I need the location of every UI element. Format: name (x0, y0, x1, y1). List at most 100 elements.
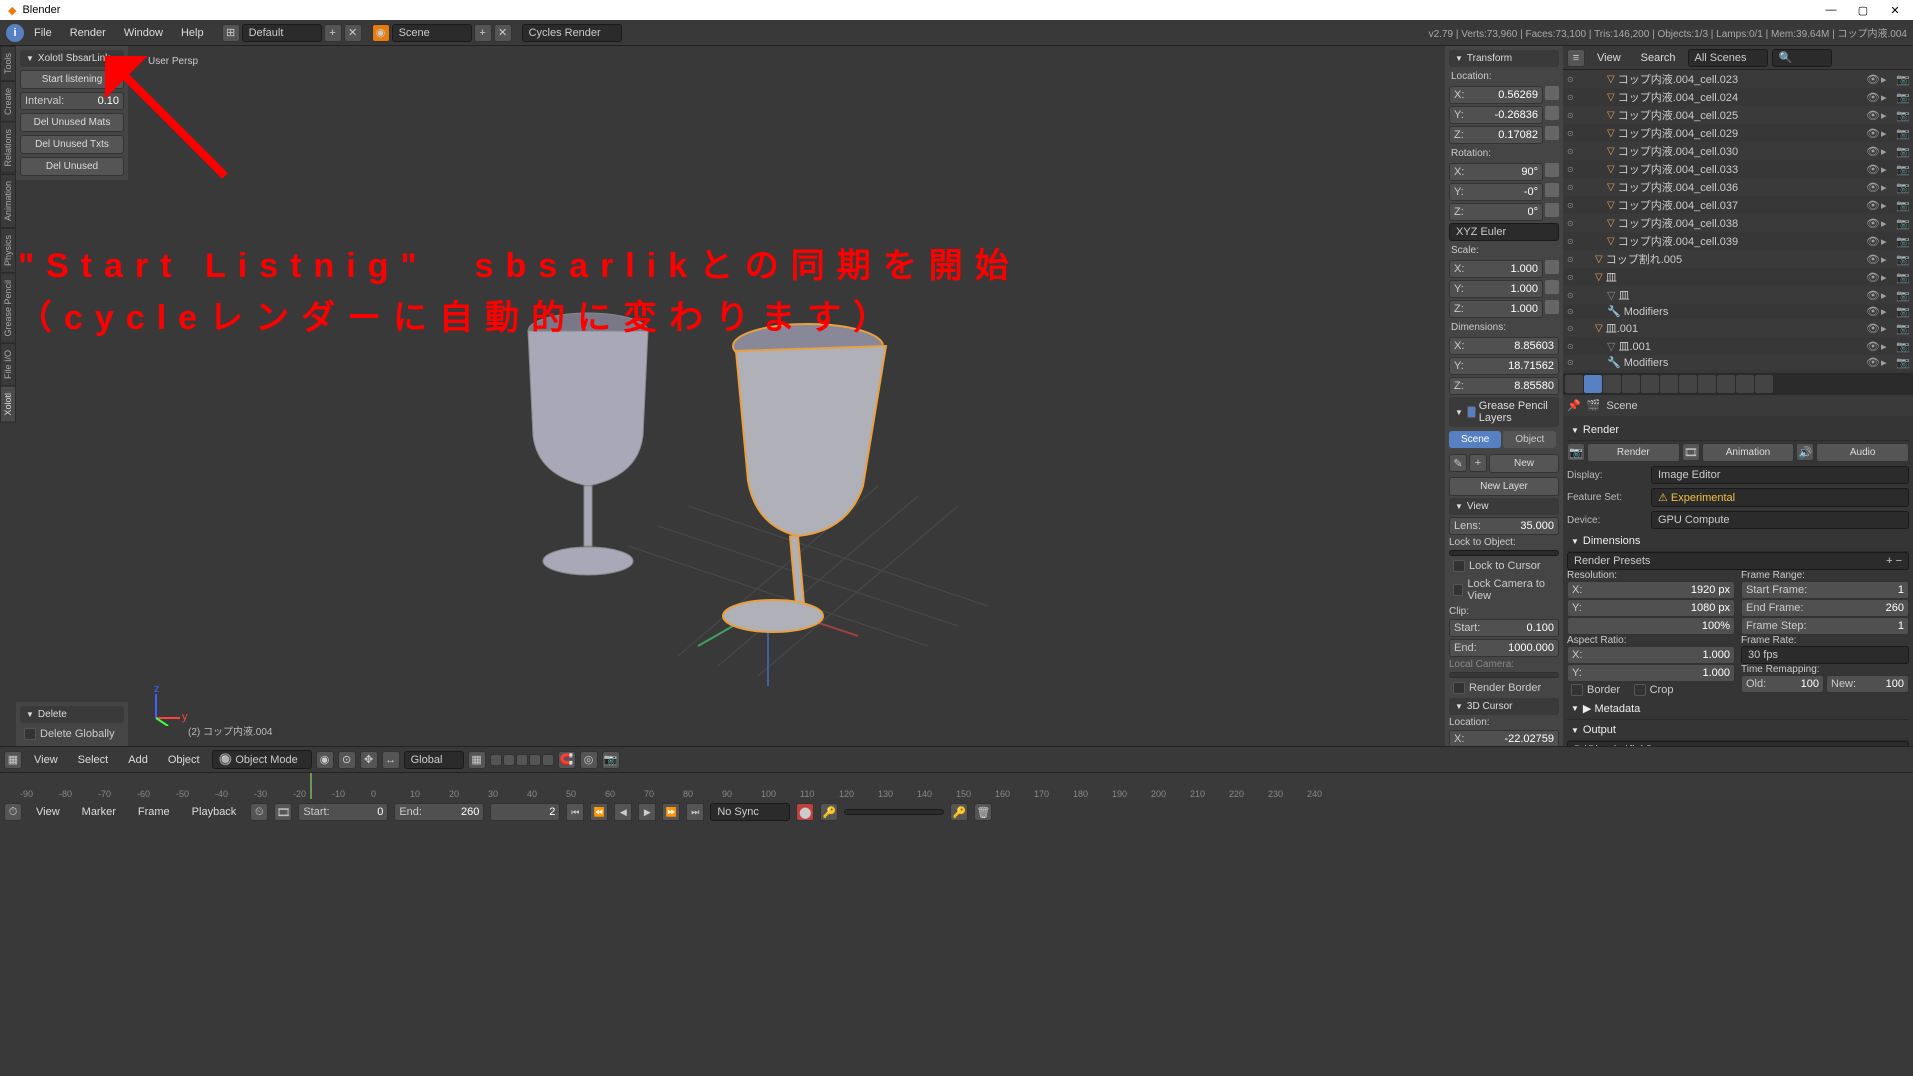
feature-set-dropdown[interactable]: ⚠ Experimental (1651, 488, 1909, 507)
rotation-mode[interactable]: XYZ Euler (1449, 223, 1559, 241)
loc-x-field[interactable]: X:0.56269 (1449, 86, 1543, 104)
outliner-item[interactable]: ⊙▽コップ内液.004_cell.038👁▸📷 (1563, 214, 1913, 232)
clip-start-field[interactable]: Start:0.100 (1449, 619, 1559, 637)
output-section-header[interactable]: Output (1567, 720, 1909, 741)
device-dropdown[interactable]: GPU Compute (1651, 511, 1909, 529)
layout-dropdown[interactable]: Default (242, 24, 322, 42)
vtab-create[interactable]: Create (0, 81, 16, 122)
props-tab-object[interactable] (1622, 375, 1640, 393)
outliner-item[interactable]: ⊙🔧Modifiers👁▸📷 (1563, 304, 1913, 319)
sbsarlink-panel-header[interactable]: Xolotl SbsarLink (20, 50, 124, 67)
loc-y-field[interactable]: Y:-0.26836 (1449, 106, 1543, 124)
vtab-xolotl[interactable]: Xolotl (0, 386, 16, 423)
orientation-dropdown[interactable]: Global (404, 751, 464, 769)
scene-dropdown[interactable]: Scene (392, 24, 472, 42)
aspect-y-field[interactable]: Y:1.000 (1567, 664, 1735, 682)
border-checkbox[interactable] (1571, 684, 1583, 696)
scale-y-field[interactable]: Y:1.000 (1449, 280, 1543, 298)
timeline-frame-menu[interactable]: Frame (130, 803, 178, 821)
props-tab-render[interactable] (1565, 375, 1583, 393)
sync-dropdown[interactable]: No Sync (710, 803, 790, 821)
vtab-grease-pencil[interactable]: Grease Pencil (0, 273, 16, 344)
lock-icon[interactable] (1545, 163, 1559, 177)
gp-add-icon[interactable]: + (1469, 454, 1487, 472)
res-y-field[interactable]: Y:1080 px (1567, 599, 1735, 617)
del-unused-txts-button[interactable]: Del Unused Txts (20, 135, 124, 154)
menu-render[interactable]: Render (62, 24, 114, 42)
layers-button[interactable]: ▦ (468, 751, 486, 769)
lock-icon[interactable] (1545, 300, 1559, 314)
layout-add[interactable]: + (324, 24, 342, 42)
transform-header[interactable]: Transform (1449, 50, 1559, 67)
res-x-field[interactable]: X:1920 px (1567, 581, 1735, 599)
engine-dropdown[interactable]: Cycles Render (522, 24, 622, 42)
outliner-item[interactable]: ⊙▽皿.001👁▸📷 (1563, 319, 1913, 337)
outliner-item[interactable]: ⊙▽コップ内液.004_cell.030👁▸📷 (1563, 142, 1913, 160)
props-tab-world[interactable] (1603, 375, 1621, 393)
play-reverse-button[interactable]: ◀ (614, 803, 632, 821)
animation-button[interactable]: Animation (1702, 443, 1795, 462)
3d-select-menu[interactable]: Select (70, 751, 117, 769)
gp-layers-header[interactable]: Grease Pencil Layers (1449, 397, 1559, 427)
delete-globally-checkbox[interactable] (24, 728, 36, 740)
scale-z-field[interactable]: Z:1.000 (1449, 300, 1543, 318)
lock-icon[interactable] (1545, 280, 1559, 294)
res-pct-field[interactable]: 100% (1567, 617, 1735, 635)
snap-toggle[interactable]: 🧲 (558, 751, 576, 769)
vtab-file-io[interactable]: File I/O (0, 343, 16, 386)
output-path-field[interactable]: D:\Blender\fluid\ (1567, 741, 1909, 746)
interval-field[interactable]: Interval: 0.10 (20, 92, 124, 110)
outliner-item[interactable]: ⊙▽コップ割れ.005👁▸📷 (1563, 250, 1913, 268)
keyframe-delete-button[interactable]: 🗑 (974, 803, 992, 821)
delete-header[interactable]: Delete (20, 706, 124, 723)
scene-remove[interactable]: ✕ (494, 24, 512, 42)
props-tab-data[interactable] (1679, 375, 1697, 393)
vtab-relations[interactable]: Relations (0, 122, 16, 174)
scale-x-field[interactable]: X:1.000 (1449, 260, 1543, 278)
render-button[interactable]: Render (1587, 443, 1680, 462)
lock-object-dropdown[interactable] (1449, 550, 1559, 556)
props-tab-physics[interactable] (1755, 375, 1773, 393)
render-presets[interactable]: Render Presets+ − (1567, 552, 1909, 570)
pivot-dropdown[interactable]: ⊙ (338, 751, 356, 769)
metadata-section-header[interactable]: ▶ Metadata (1567, 698, 1909, 720)
outliner-item[interactable]: ⊙▽コップ内液.004_cell.029👁▸📷 (1563, 124, 1913, 142)
keyframe-insert-button[interactable]: 🔑 (950, 803, 968, 821)
keyframe-prev-button[interactable]: ⏪ (590, 803, 608, 821)
display-dropdown[interactable]: Image Editor (1651, 466, 1909, 484)
gp-new-button[interactable]: New (1489, 454, 1559, 473)
dim-z-field[interactable]: Z:8.85580 (1449, 377, 1559, 395)
keying-set-icon[interactable]: 🔑 (820, 803, 838, 821)
render-preview-icon[interactable]: 📷 (602, 751, 620, 769)
dim-y-field[interactable]: Y:18.71562 (1449, 357, 1559, 375)
timeline-end-field[interactable]: End:260 (394, 803, 484, 821)
menu-help[interactable]: Help (173, 24, 212, 42)
manipulator-toggle[interactable]: ✥ (360, 751, 378, 769)
3d-viewport[interactable]: User Persp (128, 46, 1445, 746)
outliner-editor-icon[interactable]: ≡ (1567, 49, 1585, 67)
outliner-search-input[interactable] (1772, 49, 1832, 67)
start-frame-field[interactable]: Start Frame:1 (1741, 581, 1909, 599)
editor-type-3dview[interactable]: ▦ (4, 751, 22, 769)
gp-object-tab[interactable]: Object (1503, 431, 1556, 448)
proportional-toggle[interactable]: ◎ (580, 751, 598, 769)
keying-set-dropdown[interactable] (844, 809, 944, 815)
new-field[interactable]: New:100 (1826, 675, 1909, 693)
3d-add-menu[interactable]: Add (120, 751, 156, 769)
crop-checkbox[interactable] (1634, 684, 1646, 696)
render-border-checkbox[interactable] (1453, 682, 1465, 694)
pin-icon[interactable]: 📌 (1567, 399, 1581, 412)
auto-keyframe-toggle[interactable]: ⬤ (796, 803, 814, 821)
props-tab-scene[interactable] (1584, 375, 1602, 393)
timeline-marker-menu[interactable]: Marker (74, 803, 124, 821)
vtab-animation[interactable]: Animation (0, 174, 16, 228)
outliner-item[interactable]: ⊙🔧Modifiers👁▸📷 (1563, 355, 1913, 370)
outliner-item[interactable]: ⊙▽コップ内液.004_cell.033👁▸📷 (1563, 160, 1913, 178)
aspect-x-field[interactable]: X:1.000 (1567, 646, 1735, 664)
outliner-item[interactable]: ⊙▽コップ内液.004_cell.037👁▸📷 (1563, 196, 1913, 214)
audio-button[interactable]: Audio (1816, 443, 1909, 462)
outliner-tree[interactable]: ⊙▽コップ内液.004_cell.023👁▸📷⊙▽コップ内液.004_cell.… (1563, 70, 1913, 373)
timeline-ruler[interactable]: -90-80-70-60-50-40-30-20-100102030405060… (0, 773, 1913, 799)
lock-icon[interactable] (1545, 183, 1559, 197)
outliner-item[interactable]: ⊙▽コップ内液.004_cell.039👁▸📷 (1563, 232, 1913, 250)
